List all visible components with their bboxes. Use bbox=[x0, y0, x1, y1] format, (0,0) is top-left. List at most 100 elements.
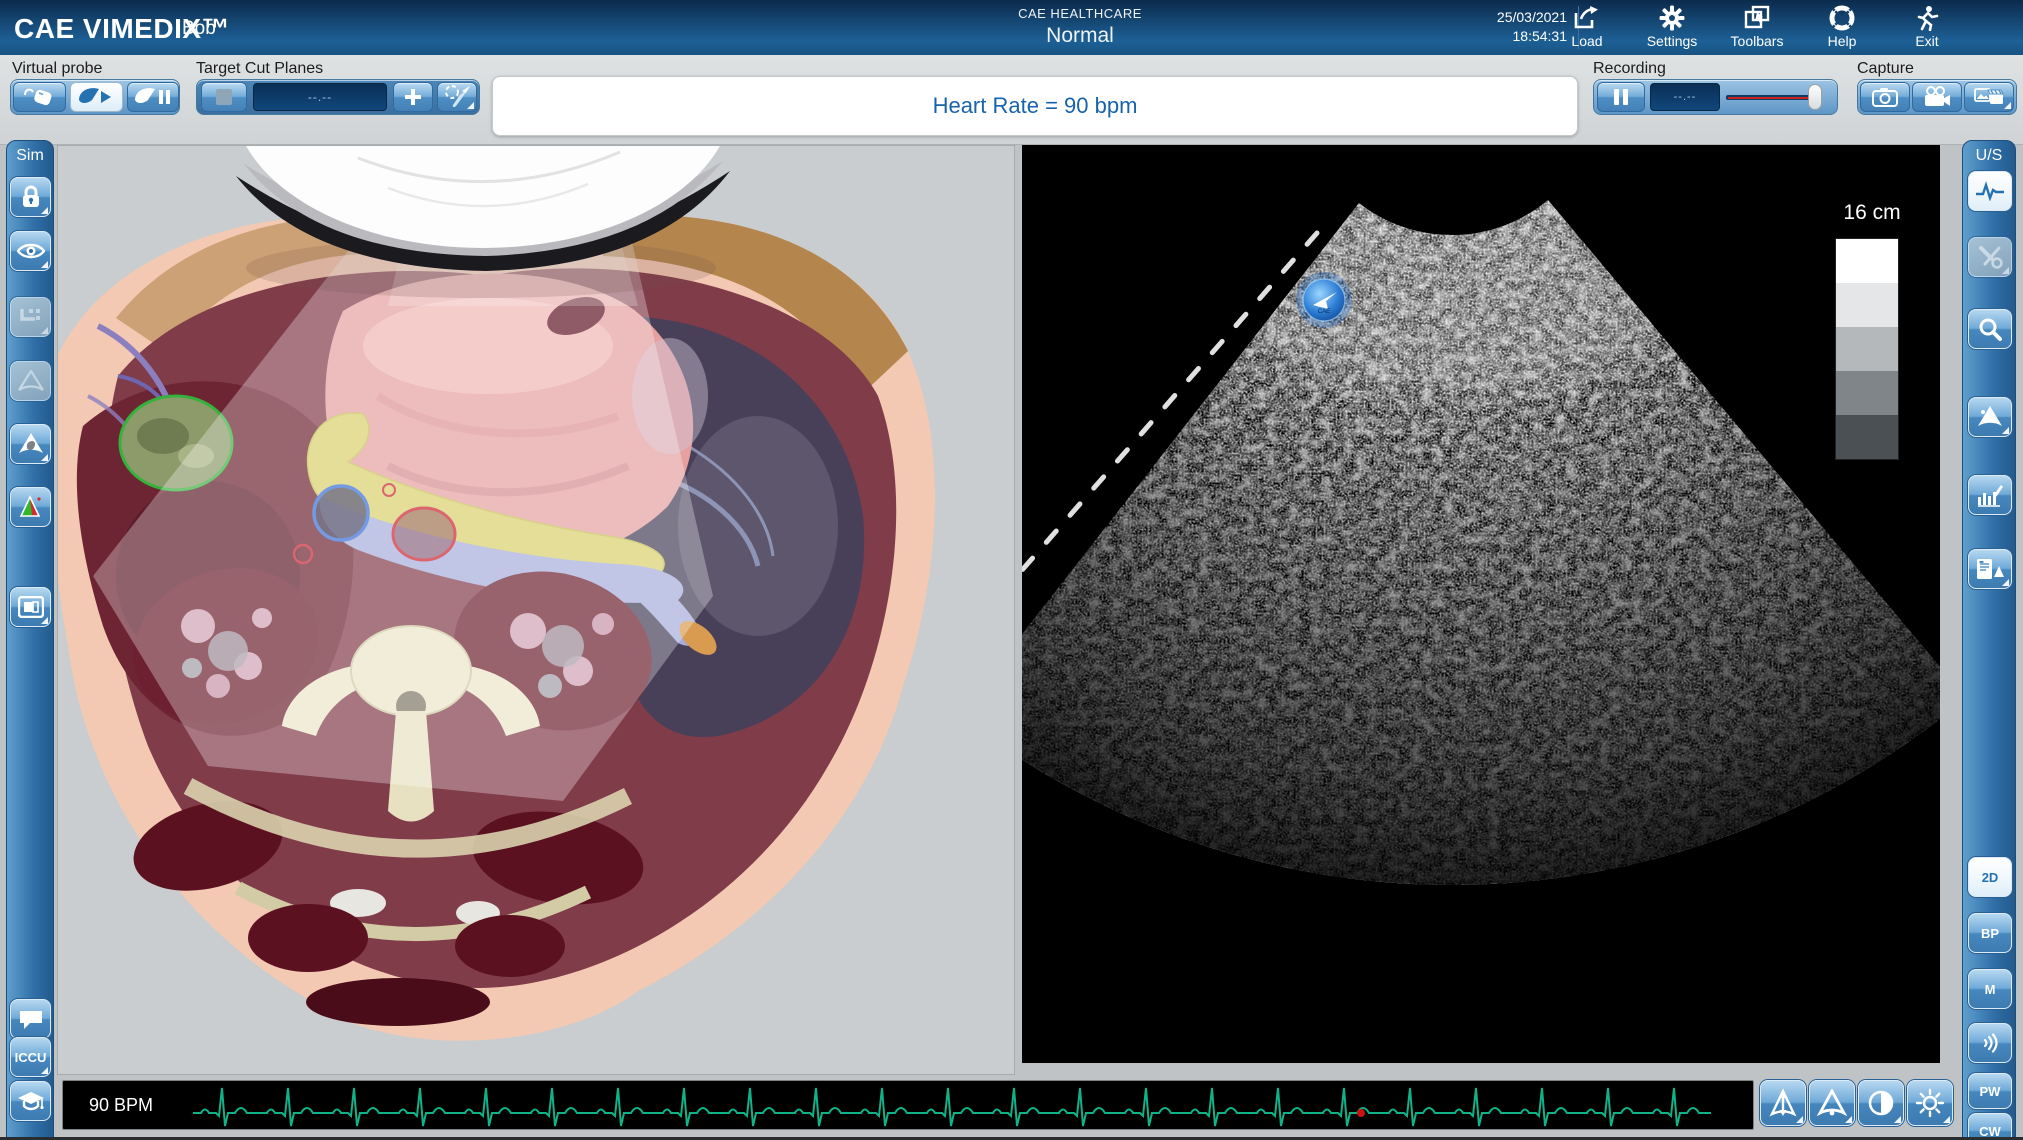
us-sidebar: U/S 2D BP M PW CW bbox=[1962, 140, 2016, 1140]
tools-icon bbox=[1977, 244, 2003, 270]
capture-group bbox=[1857, 79, 2017, 115]
probe-play-button[interactable] bbox=[70, 82, 123, 112]
ecg-strip: 90 BPM bbox=[62, 1080, 1754, 1130]
time-label: 18:54:31 bbox=[1400, 27, 1567, 46]
mode-sound-button[interactable] bbox=[1968, 1023, 2012, 1063]
mode-2d-button[interactable]: 2D bbox=[1968, 857, 2012, 897]
exit-button[interactable]: Exit bbox=[1887, 4, 1967, 52]
anatomy-3d-view[interactable] bbox=[57, 145, 1015, 1075]
exit-icon bbox=[1887, 4, 1967, 32]
us-zoom-button[interactable] bbox=[1968, 309, 2012, 349]
recording-group: --.-- bbox=[1593, 79, 1838, 115]
eye-icon bbox=[17, 242, 45, 260]
graduation-cap-icon bbox=[17, 1090, 45, 1112]
iccu-label: ICCU bbox=[15, 1050, 47, 1065]
us-sidebar-title: U/S bbox=[1963, 147, 2015, 165]
sector-hand-icon bbox=[16, 432, 46, 456]
probe-play-icon bbox=[77, 84, 117, 110]
help-button[interactable]: Help bbox=[1802, 4, 1882, 52]
probe-mouse-icon bbox=[23, 85, 57, 109]
lock-button[interactable] bbox=[10, 177, 51, 217]
sector-width-button[interactable] bbox=[1809, 1080, 1855, 1126]
target-plane-button[interactable] bbox=[437, 82, 477, 112]
us-tools-button[interactable] bbox=[1968, 237, 2012, 277]
probe-mouse-button[interactable] bbox=[13, 82, 66, 112]
layout-icon bbox=[18, 596, 44, 618]
mode-cw-button[interactable]: CW bbox=[1968, 1113, 2012, 1140]
visibility-button[interactable] bbox=[10, 231, 51, 271]
us-measure-button[interactable] bbox=[1968, 475, 2012, 515]
sector-plane-button[interactable] bbox=[10, 361, 51, 401]
chat-icon bbox=[18, 1008, 44, 1030]
settings-button[interactable]: Settings bbox=[1632, 4, 1712, 52]
load-button[interactable]: Load bbox=[1547, 4, 1627, 52]
ultrasound-image: CAE bbox=[1022, 145, 1940, 1063]
contrast-button[interactable] bbox=[1858, 1080, 1904, 1126]
grayscale-bar bbox=[1836, 239, 1898, 459]
probe-marker-label: CAE bbox=[1318, 309, 1330, 315]
toolbars-icon bbox=[1717, 4, 1797, 32]
chat-button[interactable] bbox=[10, 999, 51, 1039]
ultrasound-view[interactable]: CAE 16 cm bbox=[1022, 145, 1940, 1063]
ecg-trace bbox=[63, 1081, 1753, 1129]
load-icon bbox=[1547, 4, 1627, 32]
recording-label: Recording bbox=[1593, 60, 1666, 78]
depth-control-button[interactable] bbox=[1760, 1080, 1806, 1126]
heart-rate-banner: Heart Rate = 90 bpm bbox=[492, 76, 1578, 136]
mode-pw-button[interactable]: PW bbox=[1968, 1073, 2012, 1109]
capture-gallery-button[interactable] bbox=[1964, 82, 2014, 112]
capture-label: Capture bbox=[1857, 60, 1914, 78]
pyramid-button[interactable] bbox=[10, 487, 51, 527]
brightness-icon bbox=[1915, 1088, 1945, 1118]
target-cut-planes-group: --.-- bbox=[196, 79, 480, 115]
learning-button[interactable] bbox=[10, 1081, 51, 1121]
target-plane-icon bbox=[442, 84, 472, 110]
us-sector-button[interactable] bbox=[1968, 397, 2012, 437]
mode-bp-button[interactable]: BP bbox=[1968, 913, 2012, 953]
settings-icon bbox=[1632, 4, 1712, 32]
add-plane-button[interactable] bbox=[393, 82, 433, 112]
capture-photo-button[interactable] bbox=[1860, 82, 1910, 112]
layout-button[interactable] bbox=[10, 587, 51, 627]
pyramid-icon bbox=[18, 495, 44, 519]
target-display: --.-- bbox=[253, 83, 387, 111]
cut-plane-button[interactable] bbox=[10, 297, 51, 337]
video-camera-icon bbox=[1923, 86, 1951, 108]
datetime: 25/03/2021 18:54:31 bbox=[1400, 8, 1567, 46]
mode-m-button[interactable]: M bbox=[1968, 969, 2012, 1009]
add-plane-icon bbox=[404, 88, 422, 106]
recording-slider-handle[interactable] bbox=[1808, 84, 1822, 110]
cut-plane-icon bbox=[19, 305, 43, 329]
sim-sidebar: Sim ICCU bbox=[6, 140, 54, 1140]
sector-hand-button[interactable] bbox=[10, 424, 51, 464]
media-gallery-icon bbox=[1974, 86, 2004, 108]
measure-icon bbox=[1976, 483, 2004, 507]
capture-video-button[interactable] bbox=[1912, 82, 1962, 112]
brand-label: CAE HEALTHCARE bbox=[920, 6, 1240, 21]
user-name: Bob bbox=[182, 18, 216, 40]
stop-button[interactable] bbox=[201, 82, 247, 112]
us-report-button[interactable] bbox=[1968, 549, 2012, 589]
recording-display: --.-- bbox=[1650, 83, 1720, 111]
sim-sidebar-title: Sim bbox=[7, 147, 53, 165]
sector-icon bbox=[16, 370, 46, 392]
brightness-button[interactable] bbox=[1907, 1080, 1953, 1126]
recording-slider[interactable] bbox=[1726, 82, 1826, 112]
virtual-probe-group bbox=[10, 79, 180, 115]
probe-pause-button[interactable] bbox=[127, 82, 179, 112]
pulse-mode-button[interactable] bbox=[1968, 171, 2012, 211]
scenario-name: Normal bbox=[920, 24, 1240, 48]
date-label: 25/03/2021 bbox=[1400, 8, 1567, 27]
bpm-label: 90 BPM bbox=[89, 1095, 153, 1116]
probe-position-marker[interactable]: CAE bbox=[1296, 272, 1352, 328]
pause-icon bbox=[1614, 89, 1628, 105]
lock-icon bbox=[21, 185, 41, 209]
sound-icon bbox=[1979, 1033, 2001, 1053]
toolbars-button[interactable]: Toolbars bbox=[1717, 4, 1797, 52]
record-pause-button[interactable] bbox=[1597, 82, 1645, 112]
iccu-button[interactable]: ICCU bbox=[10, 1037, 51, 1077]
ecg-cursor-dot bbox=[1357, 1109, 1365, 1117]
stop-icon bbox=[216, 89, 232, 105]
anatomy-illustration bbox=[58, 146, 1016, 1076]
contrast-icon bbox=[1867, 1089, 1895, 1117]
